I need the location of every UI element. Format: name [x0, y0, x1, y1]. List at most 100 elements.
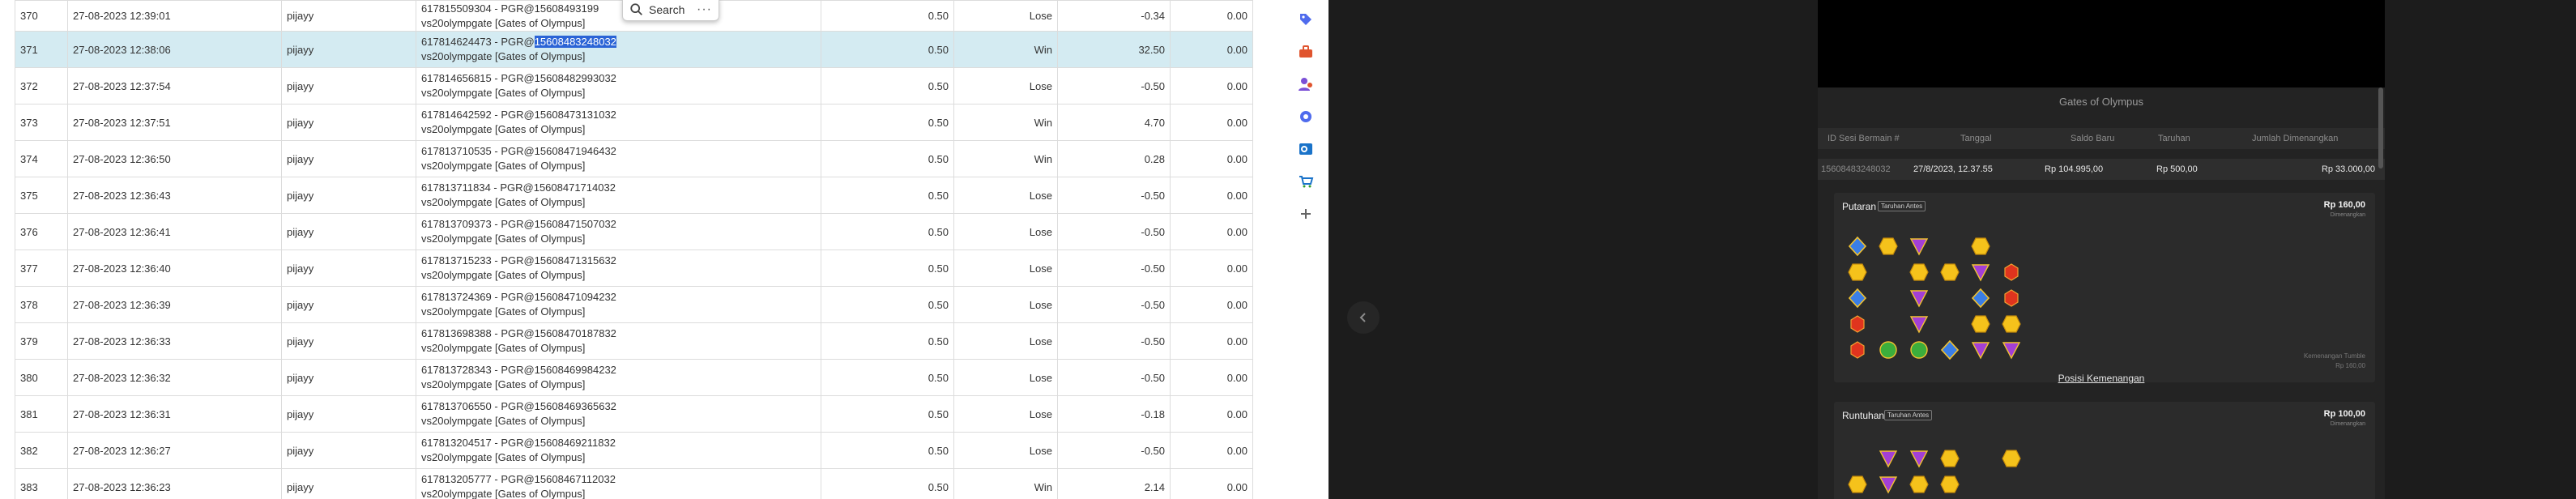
- row-number: 375: [15, 177, 68, 214]
- row-extra: 0.00: [1170, 177, 1253, 214]
- empty-slot: [1845, 447, 1870, 470]
- empty-slot: [1968, 447, 1993, 470]
- row-user: pijayy: [281, 286, 416, 323]
- row-number: 381: [15, 395, 68, 433]
- winning-positions-link[interactable]: Posisi Kemenangan: [1818, 373, 2385, 384]
- row-result: Lose: [953, 432, 1058, 469]
- row-extra: 0.00: [1170, 67, 1253, 104]
- round-id: 617813204517 - PGR@15608469211832: [421, 437, 616, 449]
- table-row[interactable]: 380 27-08-2023 12:36:32 pijayy 617813728343…: [15, 359, 1253, 396]
- settings-gear-icon[interactable]: [1296, 107, 1316, 126]
- red-gem-icon: [1845, 313, 1870, 335]
- shopping-cart-icon[interactable]: [1296, 172, 1316, 191]
- search-label[interactable]: Search: [649, 3, 685, 16]
- row-user: pijayy: [281, 322, 416, 360]
- row-user: pijayy: [281, 177, 416, 214]
- row-amount: -0.50: [1057, 286, 1171, 323]
- row-game[interactable]: 617813715233 - PGR@15608471315632 vs20oly…: [416, 250, 821, 287]
- modal-header-area: [1818, 0, 2385, 87]
- game-name: vs20olympgate [Gates of Olympus]: [421, 50, 586, 62]
- table-row[interactable]: 378 27-08-2023 12:36:39 pijayy 617813724369…: [15, 286, 1253, 323]
- row-user: pijayy: [281, 432, 416, 469]
- table-row[interactable]: 372 27-08-2023 12:37:54 pijayy 617814656815…: [15, 67, 1253, 104]
- row-number: 374: [15, 140, 68, 177]
- row-user: pijayy: [281, 395, 416, 433]
- spin-note: Kemenangan Tumble Rp 160,00: [2304, 352, 2365, 371]
- row-game[interactable]: 617813205777 - PGR@15608467112032 vs20oly…: [416, 468, 821, 499]
- row-extra: 0.00: [1170, 250, 1253, 287]
- search-popup[interactable]: Search ···: [622, 0, 719, 21]
- row-result: Win: [953, 140, 1058, 177]
- row-extra: 0.00: [1170, 213, 1253, 250]
- row-extra: 0.00: [1170, 31, 1253, 68]
- chevron-left-icon: [1359, 313, 1366, 322]
- row-game[interactable]: 617813710535 - PGR@15608471946432 vs20oly…: [416, 140, 821, 177]
- game-name: vs20olympgate [Gates of Olympus]: [421, 451, 586, 463]
- row-number: 370: [15, 0, 68, 32]
- row-user: pijayy: [281, 140, 416, 177]
- row-amount: 2.14: [1057, 468, 1171, 499]
- table-row[interactable]: 375 27-08-2023 12:36:43 pijayy 617813711834…: [15, 177, 1253, 214]
- empty-slot: [1999, 235, 2024, 258]
- empty-slot: [1999, 473, 2024, 496]
- table-row[interactable]: 377 27-08-2023 12:36:40 pijayy 617813715233…: [15, 250, 1253, 287]
- detail-table-row: 15608483248032 27/8/2023, 12.37.55 Rp 10…: [1818, 159, 2385, 180]
- table-row[interactable]: 379 27-08-2023 12:36:33 pijayy 617813698388…: [15, 322, 1253, 360]
- row-amount: -0.50: [1057, 213, 1171, 250]
- row-game[interactable]: 617813706550 - PGR@15608469365632 vs20oly…: [416, 395, 821, 433]
- bet-amount: Rp 500,00: [2156, 164, 2198, 174]
- row-game[interactable]: 617814624473 - PGR@15608483248032 vs20oly…: [416, 31, 821, 68]
- table-row[interactable]: 371 27-08-2023 12:38:06 pijayy 617814624473…: [15, 31, 1253, 68]
- row-bet: 0.50: [821, 432, 954, 469]
- add-icon[interactable]: [1296, 204, 1316, 224]
- new-balance: Rp 104.995,00: [2045, 164, 2104, 174]
- spin-section: Putaran Taruhan Antes Rp 160,00 Dimenang…: [1834, 193, 2375, 382]
- table-row[interactable]: 373 27-08-2023 12:37:51 pijayy 617814642592…: [15, 104, 1253, 141]
- row-game[interactable]: 617813204517 - PGR@15608469211832 vs20oly…: [416, 432, 821, 469]
- table-row[interactable]: 381 27-08-2023 12:36:31 pijayy 617813706550…: [15, 395, 1253, 433]
- row-game[interactable]: 617813728343 - PGR@15608469984232 vs20oly…: [416, 359, 821, 396]
- row-game[interactable]: 617813698388 - PGR@15608470187832 vs20oly…: [416, 322, 821, 360]
- table-row[interactable]: 374 27-08-2023 12:36:50 pijayy 617813710535…: [15, 140, 1253, 177]
- row-extra: 0.00: [1170, 322, 1253, 360]
- spin-note-amount: Rp 160,00: [2335, 362, 2365, 369]
- row-game[interactable]: 617813724369 - PGR@15608471094232 vs20oly…: [416, 286, 821, 323]
- more-options-icon[interactable]: ···: [697, 2, 712, 17]
- game-name: vs20olympgate [Gates of Olympus]: [421, 160, 586, 172]
- person-icon[interactable]: [1296, 75, 1316, 94]
- purple-gem-icon: [1968, 339, 1993, 361]
- game-name: vs20olympgate [Gates of Olympus]: [421, 87, 586, 99]
- row-game[interactable]: 617815509304 - PGR@15608493199 vs20olympg…: [416, 0, 821, 32]
- row-game[interactable]: 617813709373 - PGR@15608471507032 vs20oly…: [416, 213, 821, 250]
- row-date: 27-08-2023 12:37:51: [67, 104, 282, 141]
- yellow-gem-icon: [1938, 473, 1962, 496]
- row-date: 27-08-2023 12:36:27: [67, 432, 282, 469]
- previous-button[interactable]: [1347, 301, 1380, 334]
- purple-gem-icon: [1876, 473, 1900, 496]
- row-number: 371: [15, 31, 68, 68]
- row-game[interactable]: 617814642592 - PGR@15608473131032 vs20oly…: [416, 104, 821, 141]
- row-game[interactable]: 617814656815 - PGR@15608482993032 vs20oly…: [416, 67, 821, 104]
- blue-gem-icon: [1938, 339, 1962, 361]
- row-number: 377: [15, 250, 68, 287]
- spin-badge: Taruhan Antes: [1878, 201, 1926, 211]
- row-bet: 0.50: [821, 359, 954, 396]
- row-extra: 0.00: [1170, 286, 1253, 323]
- yellow-gem-icon: [1999, 447, 2024, 470]
- row-game[interactable]: 617813711834 - PGR@15608471714032 vs20oly…: [416, 177, 821, 214]
- modal-scrollbar[interactable]: [2378, 87, 2383, 168]
- game-name: vs20olympgate [Gates of Olympus]: [421, 378, 586, 390]
- tumble-sub: Dimenangkan: [2330, 421, 2365, 427]
- tag-icon[interactable]: [1296, 10, 1316, 29]
- row-extra: 0.00: [1170, 395, 1253, 433]
- toolbox-icon[interactable]: [1296, 42, 1316, 62]
- red-gem-icon: [1999, 287, 2024, 309]
- outlook-icon[interactable]: [1296, 139, 1316, 159]
- table-row[interactable]: 376 27-08-2023 12:36:41 pijayy 617813709373…: [15, 213, 1253, 250]
- purple-gem-icon: [1968, 261, 1993, 284]
- row-bet: 0.50: [821, 31, 954, 68]
- game-name: vs20olympgate [Gates of Olympus]: [421, 16, 586, 29]
- table-row[interactable]: 383 27-08-2023 12:36:23 pijayy 617813205777…: [15, 468, 1253, 499]
- row-user: pijayy: [281, 0, 416, 32]
- table-row[interactable]: 382 27-08-2023 12:36:27 pijayy 617813204517…: [15, 432, 1253, 469]
